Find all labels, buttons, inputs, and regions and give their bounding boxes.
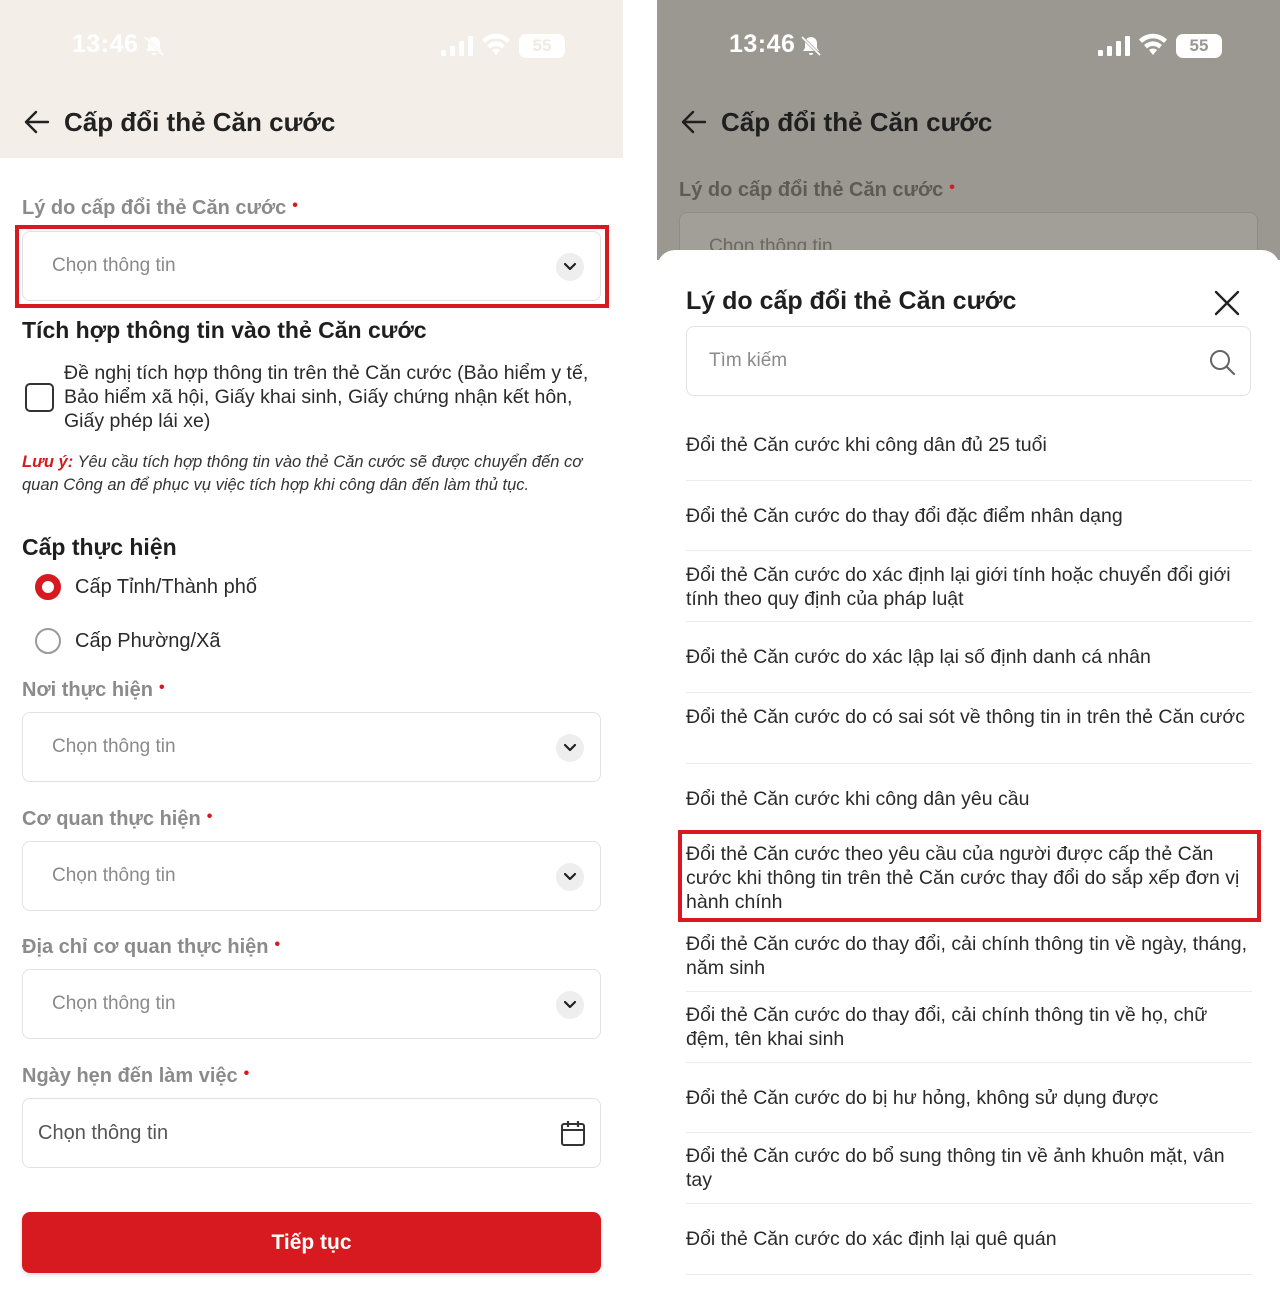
- reason-option[interactable]: Đổi thẻ Căn cước do có sai sót về thông …: [686, 705, 1252, 729]
- reason-option[interactable]: Đổi thẻ Căn cước do xác lập lại số định …: [686, 645, 1252, 669]
- reason-option[interactable]: Đổi thẻ Căn cước khi công dân yêu cầu: [686, 787, 1252, 811]
- integration-checkbox-label: Đề nghị tích hợp thông tin trên thẻ Căn …: [64, 362, 589, 432]
- required-mark: •: [292, 197, 298, 214]
- bell-muted-icon: [800, 35, 822, 57]
- page-title: Cấp đổi thẻ Căn cước: [721, 107, 993, 137]
- option-divider: [686, 991, 1252, 992]
- agency-address-placeholder: Chọn thông tin: [52, 993, 176, 1014]
- signal-icon: [1098, 36, 1130, 56]
- option-divider: [686, 1274, 1252, 1275]
- reason-option[interactable]: Đổi thẻ Căn cước do thay đổi, cải chính …: [686, 1003, 1252, 1051]
- reason-bottom-sheet: Lý do cấp đổi thẻ Căn cước Tìm kiếm Đổi …: [657, 250, 1280, 1312]
- radio-province-label: Cấp Tỉnh/Thành phố: [75, 576, 257, 598]
- place-placeholder: Chọn thông tin: [52, 736, 176, 757]
- wifi-icon: [1139, 33, 1167, 55]
- note-text: Yêu cầu tích hợp thông tin vào thẻ Căn c…: [22, 453, 583, 494]
- signal-icon: [441, 36, 473, 56]
- option-divider: [686, 550, 1252, 551]
- agency-select[interactable]: Chọn thông tin: [22, 841, 601, 911]
- option-divider: [686, 480, 1252, 481]
- agency-label: Cơ quan thực hiện •: [22, 808, 213, 830]
- place-select[interactable]: Chọn thông tin: [22, 712, 601, 782]
- close-icon[interactable]: [1214, 290, 1240, 316]
- battery-icon: 55: [519, 34, 565, 58]
- option-divider: [686, 1132, 1252, 1133]
- highlight-box-option: [678, 830, 1261, 922]
- reason-option[interactable]: Đổi thẻ Căn cước do xác định lại giới tí…: [686, 563, 1252, 611]
- option-divider: [686, 1203, 1252, 1204]
- reason-option[interactable]: Đổi thẻ Căn cước khi công dân đủ 25 tuổi: [686, 433, 1252, 457]
- option-divider: [686, 1062, 1252, 1063]
- search-placeholder: Tìm kiếm: [709, 350, 788, 371]
- wifi-icon: [482, 33, 510, 55]
- chevron-down-icon: [556, 734, 584, 762]
- chevron-down-icon: [556, 991, 584, 1019]
- agency-placeholder: Chọn thông tin: [52, 865, 176, 886]
- agency-address-select[interactable]: Chọn thông tin: [22, 969, 601, 1039]
- highlight-box-reason: [15, 225, 609, 308]
- search-input[interactable]: Tìm kiếm: [686, 326, 1251, 396]
- reason-label: Lý do cấp đổi thẻ Căn cước •: [22, 197, 298, 219]
- battery-icon: 55: [1176, 34, 1222, 58]
- appointment-date-field[interactable]: Chọn thông tin: [22, 1098, 601, 1168]
- place-label: Nơi thực hiện •: [22, 679, 165, 701]
- status-bar: 13:46 55: [0, 0, 623, 90]
- reason-picker-screen: 13:46 55 Cấp đổi thẻ Căn cước Lý do cấp …: [657, 0, 1280, 1312]
- required-mark: •: [243, 1065, 250, 1082]
- reason-option[interactable]: Đổi thẻ Căn cước do bị hư hỏng, không sử…: [686, 1086, 1252, 1110]
- required-mark: •: [206, 808, 213, 825]
- required-mark: •: [949, 179, 955, 196]
- continue-button[interactable]: Tiếp tục: [22, 1212, 601, 1273]
- required-mark: •: [274, 936, 281, 953]
- option-divider: [686, 763, 1252, 764]
- agency-address-label: Địa chỉ cơ quan thực hiện •: [22, 936, 281, 958]
- option-divider: [686, 621, 1252, 622]
- form-screen: 13:46 55 Cấp đổi thẻ Căn cước Lý do cấp …: [0, 0, 623, 1312]
- reason-label: Lý do cấp đổi thẻ Căn cước •: [679, 179, 955, 201]
- status-bar: 13:46 55: [657, 0, 1280, 90]
- back-arrow-icon[interactable]: [24, 108, 50, 136]
- bell-muted-icon: [143, 35, 165, 57]
- radio-province[interactable]: [35, 574, 61, 600]
- calendar-icon: [561, 1121, 585, 1146]
- required-mark: •: [158, 679, 165, 696]
- integration-title: Tích hợp thông tin vào thẻ Căn cước: [22, 317, 427, 343]
- reason-option[interactable]: Đổi thẻ Căn cước do thay đổi đặc điểm nh…: [686, 504, 1252, 528]
- search-icon: [1210, 350, 1236, 376]
- radio-ward-label: Cấp Phường/Xã: [75, 630, 221, 652]
- radio-ward[interactable]: [35, 628, 61, 654]
- back-arrow-icon[interactable]: [681, 108, 707, 136]
- option-divider: [686, 692, 1252, 693]
- app-header: 13:46 55 Cấp đổi thẻ Căn cước: [0, 0, 623, 158]
- integration-note: Lưu ý: Yêu cầu tích hợp thông tin vào th…: [22, 451, 612, 497]
- page-title: Cấp đổi thẻ Căn cước: [64, 107, 336, 137]
- status-time: 13:46: [72, 30, 139, 58]
- integration-checkbox[interactable]: [25, 383, 54, 412]
- status-time: 13:46: [729, 30, 796, 58]
- level-title: Cấp thực hiện: [22, 534, 177, 560]
- reason-option[interactable]: Đổi thẻ Căn cước do xác định lại quê quá…: [686, 1227, 1252, 1251]
- reason-option[interactable]: Đổi thẻ Căn cước do bổ sung thông tin về…: [686, 1144, 1252, 1192]
- note-label: Lưu ý:: [22, 453, 74, 471]
- appointment-placeholder: Chọn thông tin: [38, 1122, 169, 1144]
- chevron-down-icon: [556, 863, 584, 891]
- sheet-title: Lý do cấp đổi thẻ Căn cước: [686, 287, 1017, 315]
- appointment-label: Ngày hẹn đến làm việc •: [22, 1065, 250, 1087]
- reason-option[interactable]: Đổi thẻ Căn cước do thay đổi, cải chính …: [686, 932, 1252, 980]
